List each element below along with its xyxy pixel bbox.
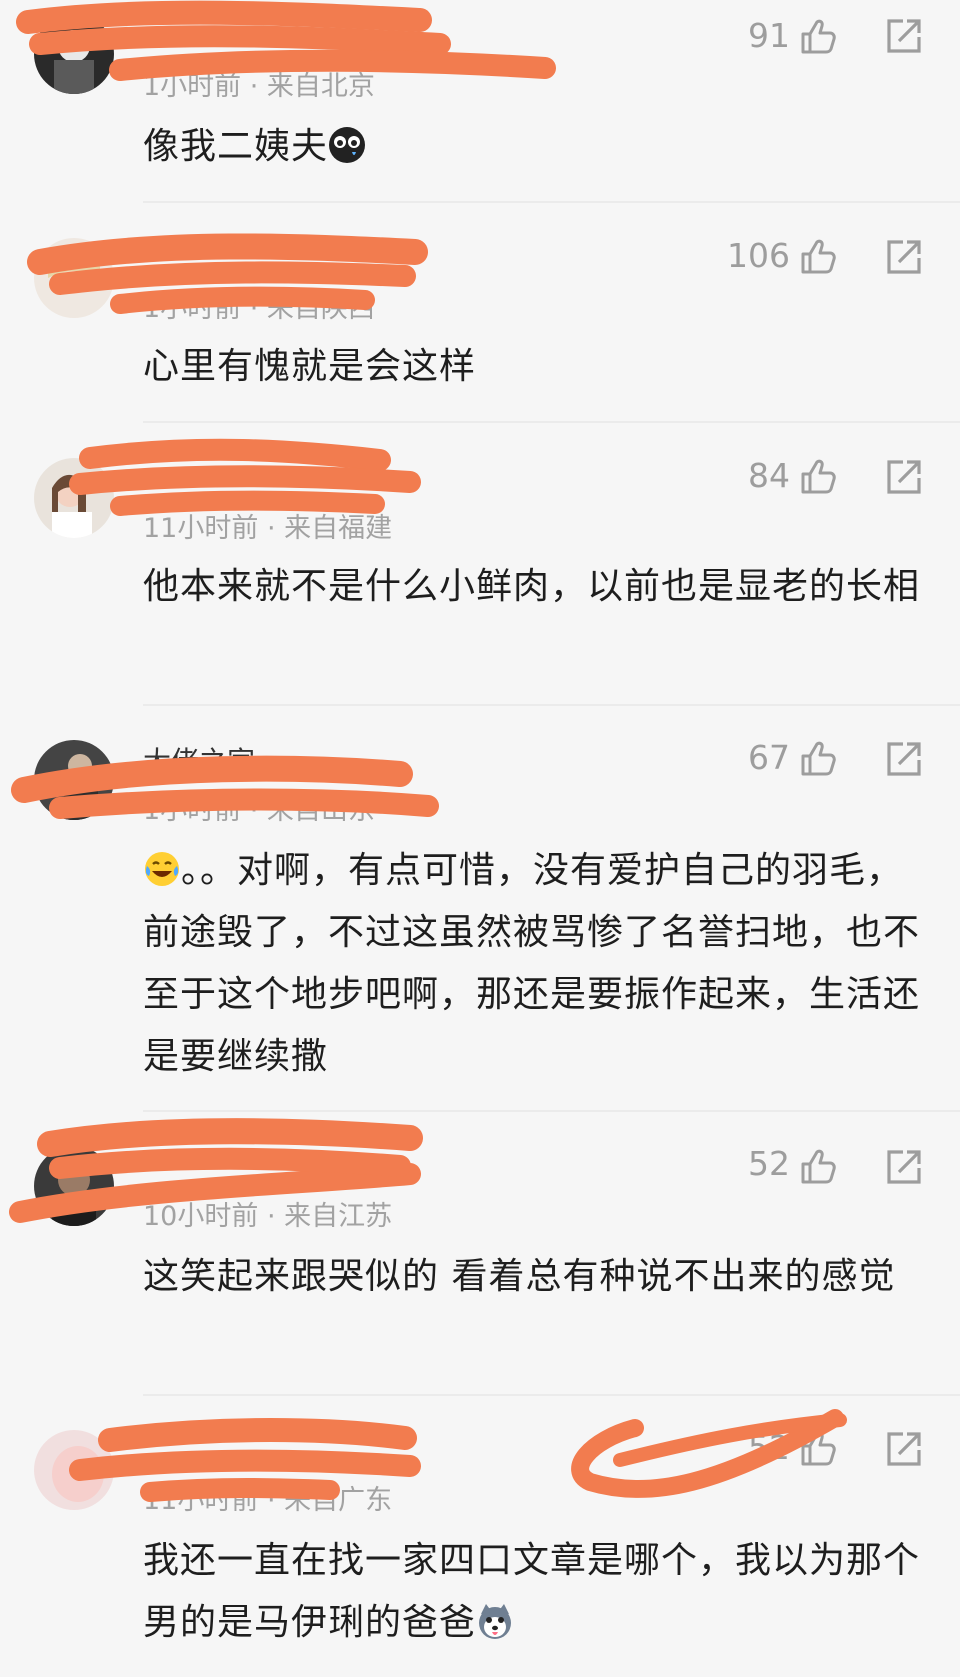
avatar[interactable] (34, 458, 114, 538)
comment-body: 我还一直在找一家四口文章是哪个，我以为那个男的是马伊琍的爸爸 (143, 1540, 921, 1643)
comment-text: 这笑起来跟哭似的 看着总有种说不出来的感觉 (143, 1256, 896, 1297)
husky-dog-emoji (479, 1604, 512, 1639)
avatar[interactable] (34, 1430, 114, 1510)
comment-text: 像我二姨夫 (143, 116, 933, 178)
comment-text: 。。对啊，有点可惜，没有爱护自己的羽毛，前途毁了，不过这虽然被骂惨了名誉扫地，也… (143, 840, 933, 1088)
like-count: 91 (748, 16, 790, 55)
divider (143, 704, 960, 706)
laughing-crying-emoji (145, 852, 179, 886)
share-icon[interactable] (885, 458, 923, 496)
comment-meta: 1小时前 · 来自陕西 (143, 293, 375, 324)
avatar[interactable] (34, 1146, 114, 1226)
divider (143, 1110, 960, 1112)
like-count: 106 (727, 236, 790, 275)
divider (143, 1394, 960, 1396)
comment-body: 。。对啊，有点可惜，没有爱护自己的羽毛，前途毁了，不过这虽然被骂惨了名誉扫地，也… (143, 850, 921, 1077)
like-count: 52 (748, 1428, 790, 1467)
comment-meta: 10小时前 · 来自江苏 (143, 1201, 393, 1232)
comment-text: 我还一直在找一家四口文章是哪个，我以为那个男的是马伊琍的爸爸 (143, 1530, 933, 1654)
avatar[interactable] (34, 14, 114, 94)
thumbs-up-icon[interactable] (797, 16, 837, 56)
comment-meta: 1小时前 · 来自北京 (143, 71, 375, 102)
share-icon[interactable] (885, 1148, 923, 1186)
comment-meta: 11小时前 · 来自广东 (143, 1485, 393, 1516)
like-count: 52 (748, 1144, 790, 1183)
comment-body: 像我二姨夫 (143, 126, 329, 167)
thumbs-up-icon[interactable] (797, 738, 837, 778)
avatar[interactable] (34, 740, 114, 820)
like-count: 67 (748, 738, 790, 777)
avatar[interactable] (34, 238, 114, 318)
comment-meta: 11小时前 · 来自福建 (143, 513, 393, 544)
thumbs-up-icon[interactable] (797, 456, 837, 496)
crying-face-emoji (329, 127, 366, 163)
thumbs-up-icon[interactable] (797, 1146, 837, 1186)
thumbs-up-icon[interactable] (797, 236, 837, 276)
username[interactable]: 大佬之家 (143, 740, 255, 780)
comment-meta: 1小时前 · 来自山东 (143, 795, 375, 826)
thumbs-up-icon[interactable] (797, 1428, 837, 1468)
share-icon[interactable] (885, 1430, 923, 1468)
like-count: 84 (748, 456, 790, 495)
share-icon[interactable] (885, 740, 923, 778)
comment-text: 心里有愧就是会这样 (143, 346, 477, 387)
share-icon[interactable] (885, 238, 923, 276)
comment-text: 他本来就不是什么小鲜肉，以前也是显老的长相 (143, 566, 921, 607)
divider (143, 421, 960, 423)
share-icon[interactable] (885, 17, 923, 55)
divider (143, 201, 960, 203)
